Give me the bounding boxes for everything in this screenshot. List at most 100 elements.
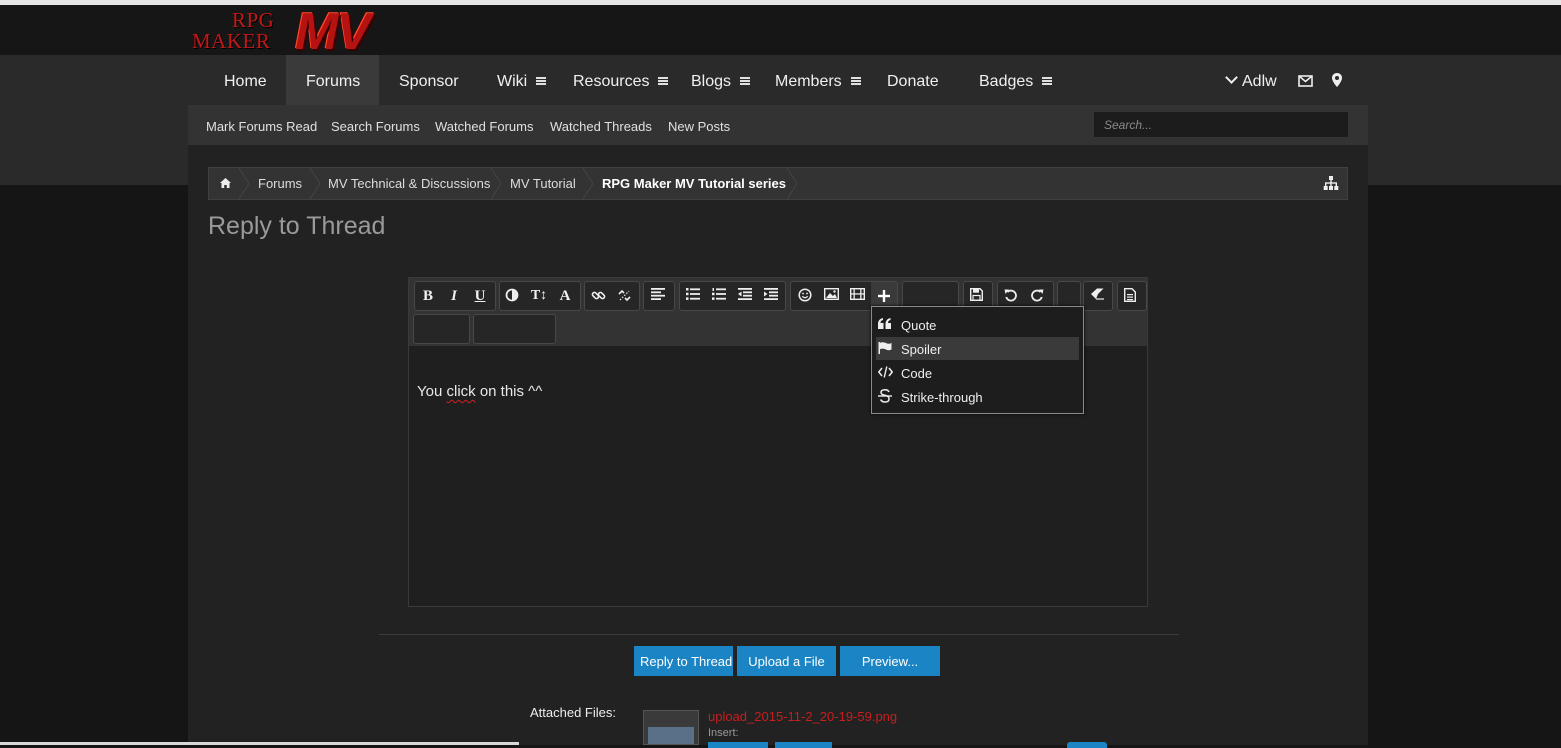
home-icon[interactable] xyxy=(220,178,231,188)
logo-text-rpg: RPG xyxy=(232,8,275,32)
breadcrumb-separator xyxy=(239,168,249,199)
quote-icon xyxy=(878,318,891,329)
link-search-forums[interactable]: Search Forums xyxy=(331,105,420,148)
nav-home[interactable]: Home xyxy=(208,55,282,105)
nav-badges[interactable]: Badges xyxy=(979,55,1053,105)
nav-wiki[interactable]: Wiki xyxy=(497,55,547,105)
indent-button[interactable] xyxy=(759,282,785,310)
numbered-list-button[interactable] xyxy=(707,282,733,310)
insert-thumbnail-button[interactable] xyxy=(708,742,768,748)
link-watched-forums[interactable]: Watched Forums xyxy=(435,105,534,148)
link-button[interactable] xyxy=(586,282,612,310)
menu-item-spoiler[interactable]: Spoiler xyxy=(876,337,1079,360)
delete-attachment-button[interactable] xyxy=(1067,742,1107,748)
code-icon xyxy=(878,366,893,378)
strikethrough-icon xyxy=(878,389,892,403)
attached-files-label: Attached Files: xyxy=(530,705,616,720)
nav-label: Wiki xyxy=(497,73,528,90)
toolbar-group-clear xyxy=(1083,281,1113,311)
image-button[interactable] xyxy=(819,282,845,310)
chevron-down-icon xyxy=(1225,71,1238,84)
breadcrumb-mv-technical[interactable]: MV Technical & Discussions xyxy=(328,168,490,199)
toolbar-group-lists xyxy=(679,281,786,311)
redo-icon xyxy=(1031,289,1044,302)
page-title: Reply to Thread xyxy=(208,212,386,240)
envelope-icon[interactable] xyxy=(1298,74,1313,87)
nav-donate[interactable]: Donate xyxy=(887,55,939,105)
underline-button[interactable]: U xyxy=(467,282,493,310)
link-new-posts[interactable]: New Posts xyxy=(668,105,730,148)
menu-icon[interactable] xyxy=(536,76,547,85)
nav-label: Donate xyxy=(887,73,939,90)
list-bullet-icon xyxy=(686,288,700,300)
nav-blogs[interactable]: Blogs xyxy=(691,55,751,105)
font-dropdown[interactable] xyxy=(413,314,470,344)
menu-item-label: Spoiler xyxy=(901,342,942,357)
remove-formatting-button[interactable] xyxy=(1085,282,1111,310)
nav-forums[interactable]: Forums xyxy=(286,55,379,105)
attachment-filename-link[interactable]: upload_2015-11-2_20-19-59.png xyxy=(708,709,897,724)
reply-to-thread-button[interactable]: Reply to Thread xyxy=(634,646,733,676)
sitemap-icon[interactable] xyxy=(1323,176,1339,190)
menu-item-code[interactable]: Code xyxy=(876,361,1079,384)
link-watched-threads[interactable]: Watched Threads xyxy=(550,105,652,148)
bullet-list-button[interactable] xyxy=(681,282,707,310)
outdent-button[interactable] xyxy=(733,282,759,310)
menu-item-strike-through[interactable]: Strike-through xyxy=(876,385,1079,408)
map-marker-icon[interactable] xyxy=(1332,73,1342,87)
toolbar-group-source xyxy=(1117,281,1147,311)
insert-full-image-button[interactable] xyxy=(775,742,832,748)
align-button[interactable] xyxy=(646,282,672,310)
main-navigation: Home Forums Sponsor Wiki Resources Blogs… xyxy=(188,55,1368,105)
site-logo[interactable]: RPG MAKER MV xyxy=(190,3,440,61)
font-size-dropdown[interactable] xyxy=(473,314,556,344)
link-mark-forums-read[interactable]: Mark Forums Read xyxy=(206,105,317,148)
plus-icon xyxy=(878,290,890,302)
contrast-icon xyxy=(505,288,519,302)
outdent-icon xyxy=(738,288,752,300)
text-color-button[interactable] xyxy=(500,282,526,310)
breadcrumb-current-thread[interactable]: RPG Maker MV Tutorial series xyxy=(602,168,786,199)
font-size-button[interactable]: T↕ xyxy=(526,282,552,310)
menu-icon[interactable] xyxy=(658,76,669,85)
search-input[interactable] xyxy=(1094,112,1348,137)
smilie-button[interactable] xyxy=(793,282,819,310)
toolbar-group-link xyxy=(584,281,640,311)
bold-button[interactable]: B xyxy=(415,282,441,310)
menu-icon[interactable] xyxy=(1042,76,1053,85)
nav-label: Home xyxy=(224,73,267,90)
undo-icon xyxy=(1004,289,1017,302)
list-numbered-icon xyxy=(712,288,726,300)
username: Adlw xyxy=(1242,73,1277,90)
nav-resources[interactable]: Resources xyxy=(573,55,669,105)
upload-file-button[interactable]: Upload a File xyxy=(737,646,836,676)
menu-icon[interactable] xyxy=(740,76,751,85)
nav-members[interactable]: Members xyxy=(775,55,861,105)
editor-text-line: You click on this ^^ xyxy=(417,383,543,400)
nav-sponsor[interactable]: Sponsor xyxy=(399,55,459,105)
media-button[interactable] xyxy=(845,282,871,310)
italic-button[interactable]: I xyxy=(441,282,467,310)
menu-item-quote[interactable]: Quote xyxy=(876,313,1079,336)
preview-button[interactable]: Preview... xyxy=(840,646,940,676)
spellcheck-word: click xyxy=(446,383,476,400)
align-left-icon xyxy=(651,288,665,300)
toolbar-group-align xyxy=(643,281,675,311)
film-icon xyxy=(850,288,865,300)
unlink-button[interactable] xyxy=(612,282,638,310)
user-menu[interactable]: Adlw xyxy=(1225,55,1277,105)
breadcrumb-mv-tutorial[interactable]: MV Tutorial xyxy=(510,168,576,199)
menu-item-label: Quote xyxy=(901,318,937,333)
logo-text-maker: MAKER xyxy=(192,29,271,53)
logo-text-mv: MV xyxy=(295,3,371,61)
menu-icon[interactable] xyxy=(850,76,861,85)
attachment-thumbnail[interactable] xyxy=(643,710,699,745)
eraser-icon xyxy=(1091,288,1104,300)
toggle-bbcode-button[interactable] xyxy=(1119,282,1145,310)
nav-label: Blogs xyxy=(691,73,732,90)
attachment-insert-label: Insert: xyxy=(708,727,739,739)
editor-content[interactable]: You click on this ^^ xyxy=(417,383,542,400)
image-icon xyxy=(824,288,839,300)
font-family-button[interactable]: A xyxy=(552,282,578,310)
breadcrumb-forums[interactable]: Forums xyxy=(258,168,302,199)
